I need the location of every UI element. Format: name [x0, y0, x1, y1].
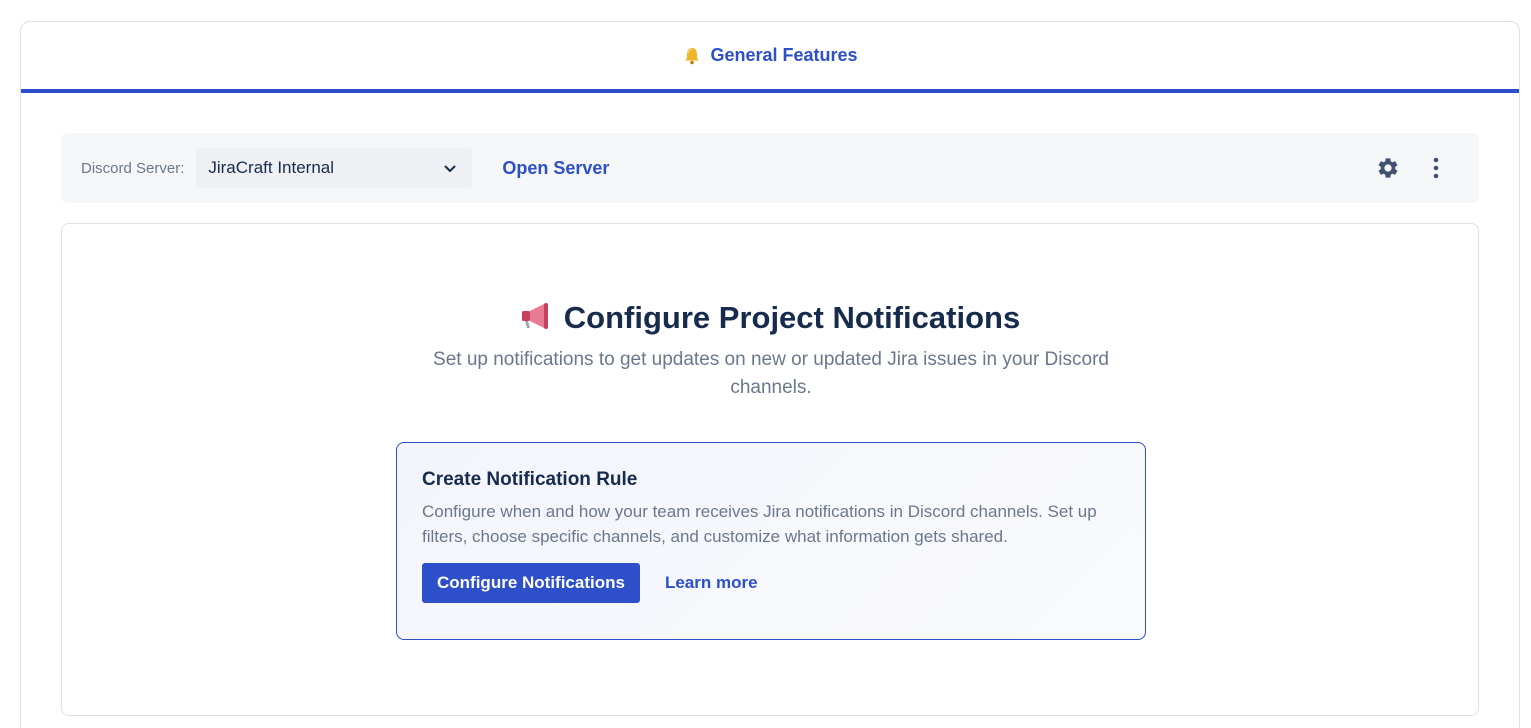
tab-label: General Features: [710, 45, 858, 65]
main-panel: General Features Discord Server: JiraCra…: [20, 21, 1520, 728]
gear-icon[interactable]: [1375, 155, 1401, 181]
megaphone-icon: [520, 301, 552, 336]
notifications-panel: Configure Project Notifications Set up n…: [61, 223, 1479, 716]
tab-general-features[interactable]: General Features: [682, 45, 858, 66]
tab-bar: General Features: [21, 22, 1519, 93]
page-title: Configure Project Notifications: [563, 300, 1021, 335]
open-server-link[interactable]: Open Server: [502, 158, 609, 179]
create-rule-card: Create Notification Rule Configure when …: [396, 442, 1146, 640]
server-select-value: JiraCraft Internal: [208, 158, 335, 177]
chevron-down-icon: [444, 158, 456, 178]
toolbar-actions: [1375, 155, 1459, 181]
rule-card-description: Configure when and how your team receive…: [422, 502, 1097, 546]
page-heading: Configure Project Notifications: [62, 300, 1478, 336]
bell-icon: [682, 46, 702, 66]
learn-more-link[interactable]: Learn more: [665, 573, 758, 593]
server-toolbar: Discord Server: JiraCraft Internal Open …: [61, 133, 1479, 203]
more-vertical-icon[interactable]: [1423, 155, 1449, 181]
page-subtitle: Set up notifications to get updates on n…: [433, 349, 1109, 398]
server-label: Discord Server:: [81, 159, 185, 177]
server-select[interactable]: JiraCraft Internal: [196, 148, 473, 188]
configure-notifications-button[interactable]: Configure Notifications: [422, 563, 640, 603]
rule-card-title: Create Notification Rule: [422, 469, 638, 490]
rule-card-actions: Configure Notifications Learn more: [422, 563, 1120, 603]
